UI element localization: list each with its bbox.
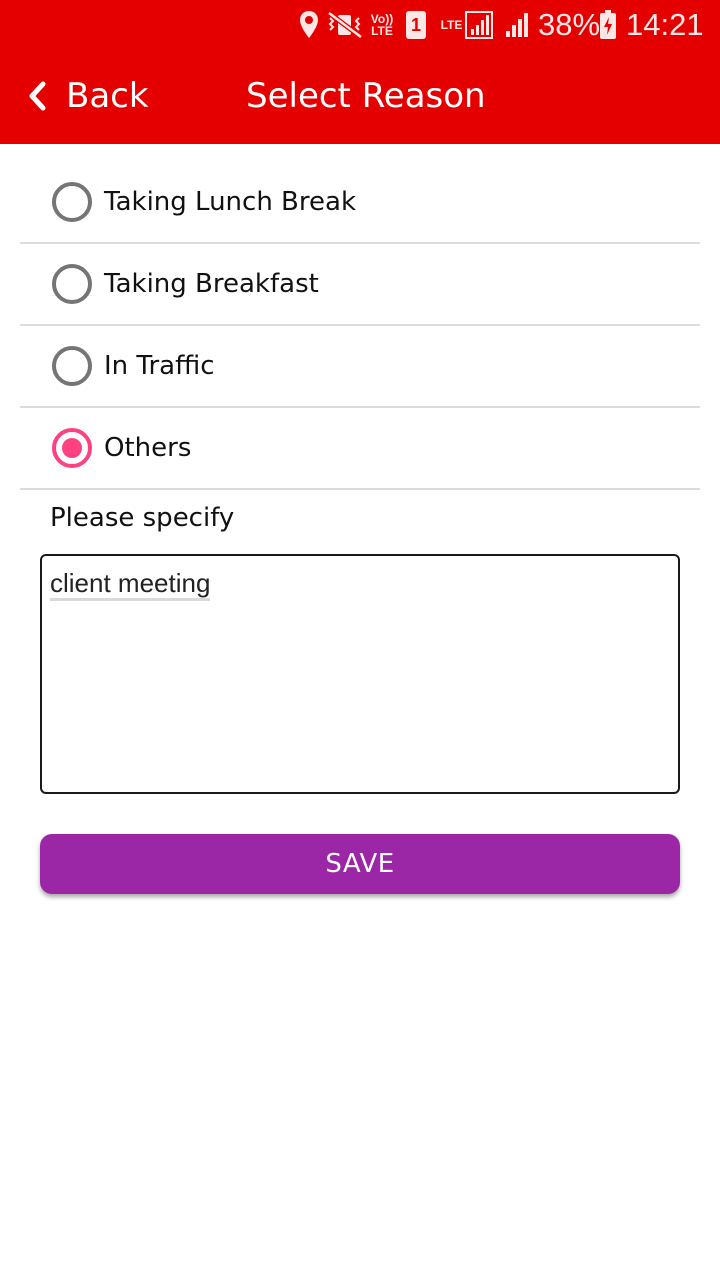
radio-checked-icon[interactable]	[52, 428, 92, 468]
reason-option-lunch[interactable]: Taking Lunch Break	[20, 144, 700, 244]
back-label: Back	[66, 76, 149, 116]
clock: 14:21	[626, 7, 704, 42]
reason-label: Taking Breakfast	[104, 269, 319, 299]
sim-label: 1	[410, 14, 421, 35]
reason-label: In Traffic	[104, 351, 215, 381]
reason-label: Others	[104, 433, 192, 463]
app-bar: Vo)) LTE 1 LTE 38% 14:21 Back Select Rea…	[0, 0, 720, 144]
specify-text: client meeting	[50, 568, 211, 601]
reason-option-traffic[interactable]: In Traffic	[20, 326, 700, 408]
vibrate-icon	[325, 8, 365, 42]
lte-signal-icon: LTE	[437, 8, 497, 42]
battery-percent: 38%	[538, 7, 601, 42]
network-label: LTE	[440, 18, 463, 32]
status-bar: Vo)) LTE 1 LTE 38% 14:21	[0, 0, 720, 50]
specify-textarea[interactable]: client meeting	[40, 554, 680, 794]
page-title: Select Reason	[246, 76, 486, 116]
back-button[interactable]: Back	[26, 70, 149, 122]
sim-icon: 1	[405, 8, 427, 42]
battery-charging-icon	[598, 8, 618, 42]
reason-option-others[interactable]: Others	[20, 408, 700, 490]
reason-option-breakfast[interactable]: Taking Breakfast	[20, 244, 700, 326]
reason-list: Taking Lunch Break Taking Breakfast In T…	[20, 144, 700, 490]
radio-unchecked-icon[interactable]	[52, 264, 92, 304]
save-button[interactable]: SAVE	[40, 834, 680, 894]
signal-icon	[503, 8, 531, 42]
reason-label: Taking Lunch Break	[104, 187, 357, 217]
specify-label: Please specify	[50, 503, 235, 533]
location-icon	[297, 8, 321, 42]
radio-unchecked-icon[interactable]	[52, 182, 92, 222]
volte-icon: Vo)) LTE	[367, 8, 397, 42]
back-chevron-icon	[26, 80, 48, 112]
volte-label: Vo)) LTE	[370, 12, 394, 38]
radio-unchecked-icon[interactable]	[52, 346, 92, 386]
